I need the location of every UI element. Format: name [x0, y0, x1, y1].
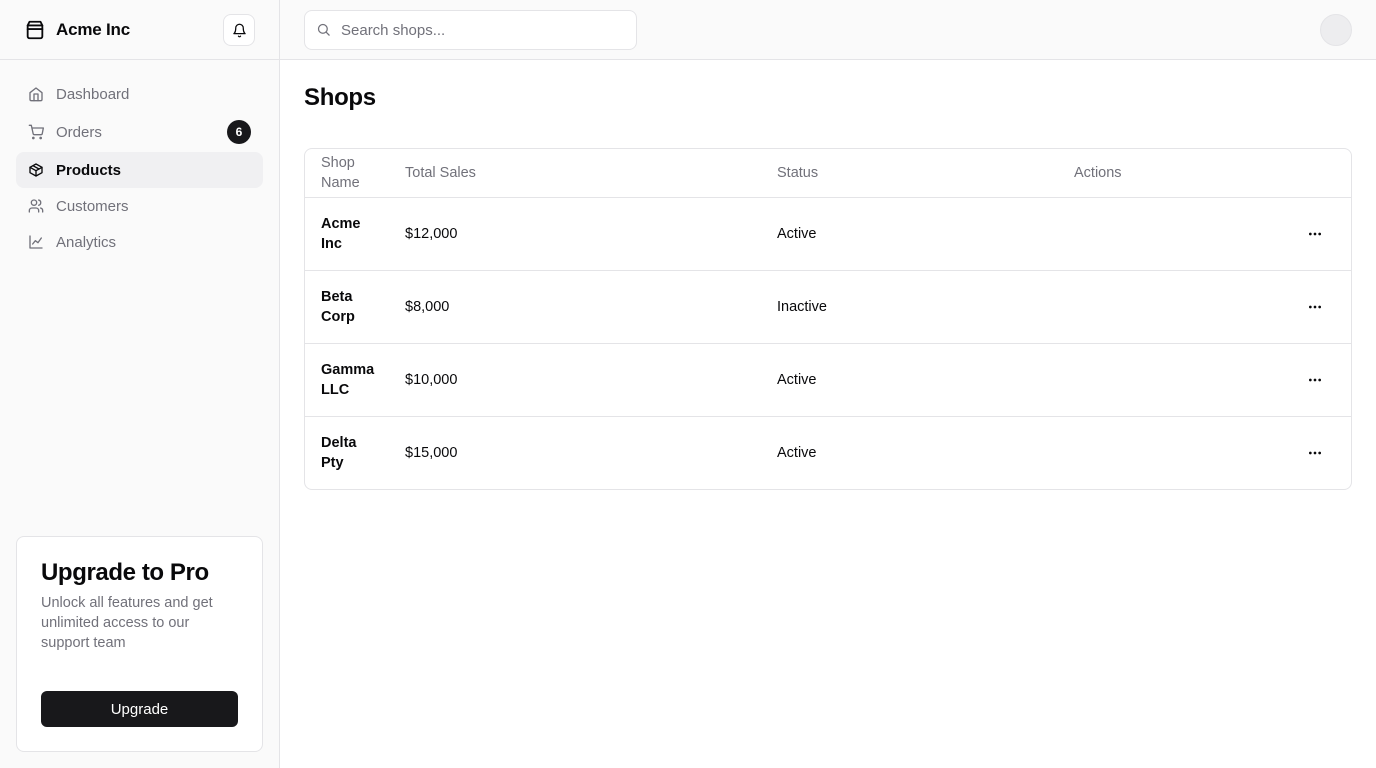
column-header-status[interactable]: Status	[777, 163, 818, 183]
shop-name: Beta Corp	[321, 289, 355, 325]
status: Active	[777, 445, 817, 461]
total-sales: $15,000	[405, 445, 458, 461]
row-actions-button[interactable]	[1301, 293, 1329, 321]
sidebar-item-label: Customers	[56, 197, 129, 215]
search-box[interactable]	[304, 10, 637, 50]
sidebar-item-label: Products	[56, 161, 122, 179]
shops-table: Shop Name Total Sales Status Actions Acm…	[304, 148, 1352, 490]
table-row[interactable]: Delta Pty $15,000 Active	[305, 417, 1351, 489]
search-input[interactable]	[341, 21, 621, 39]
shop-name: Acme Inc	[321, 216, 361, 252]
sidebar-header: Acme Inc	[0, 0, 279, 60]
sidebar-item-label: Dashboard	[56, 85, 130, 103]
column-header-total-sales[interactable]: Total Sales	[405, 163, 476, 183]
upgrade-card: Upgrade to Pro Unlock all features and g…	[16, 536, 263, 752]
upgrade-description: Unlock all features and get unlimited ac…	[41, 595, 213, 651]
notifications-button[interactable]	[223, 14, 255, 46]
brand-name: Acme Inc	[56, 19, 130, 39]
user-avatar[interactable]	[1320, 14, 1352, 46]
upgrade-button[interactable]: Upgrade	[41, 691, 238, 727]
row-actions-button[interactable]	[1301, 220, 1329, 248]
more-horizontal-icon	[1307, 372, 1323, 388]
total-sales: $8,000	[405, 299, 450, 315]
more-horizontal-icon	[1307, 226, 1323, 242]
orders-count-badge: 6	[227, 120, 251, 144]
sidebar-item-label: Orders	[56, 123, 102, 141]
line-chart-icon	[28, 234, 44, 250]
total-sales: $10,000	[405, 372, 458, 388]
users-icon	[28, 198, 44, 214]
shop-name: Delta Pty	[321, 435, 357, 471]
sidebar-item-dashboard[interactable]: Dashboard	[16, 76, 263, 112]
total-sales: $12,000	[405, 226, 458, 242]
status: Active	[777, 372, 817, 388]
sidebar-item-orders[interactable]: Orders 6	[16, 114, 263, 150]
package-icon	[28, 162, 44, 178]
sidebar-item-label: Analytics	[56, 233, 117, 251]
more-horizontal-icon	[1307, 299, 1323, 315]
package-icon	[24, 19, 46, 41]
brand-link[interactable]: Acme Inc	[24, 19, 130, 41]
bell-icon	[232, 23, 247, 38]
column-header-shop-name[interactable]: Shop Name	[321, 153, 381, 193]
cart-icon	[28, 124, 44, 140]
status: Active	[777, 226, 817, 242]
shop-name: Gamma LLC	[321, 362, 375, 398]
upgrade-title: Upgrade to Pro	[41, 559, 209, 586]
column-header-actions: Actions	[1074, 165, 1122, 181]
more-horizontal-icon	[1307, 445, 1323, 461]
row-actions-button[interactable]	[1301, 366, 1329, 394]
table-row[interactable]: Acme Inc $12,000 Active	[305, 198, 1351, 271]
home-icon	[28, 86, 44, 102]
table-header: Shop Name Total Sales Status Actions	[305, 149, 1351, 198]
table-row[interactable]: Gamma LLC $10,000 Active	[305, 344, 1351, 417]
status: Inactive	[777, 299, 827, 315]
table-row[interactable]: Beta Corp $8,000 Inactive	[305, 271, 1351, 344]
sidebar-item-analytics[interactable]: Analytics	[16, 224, 263, 260]
sidebar-nav: Dashboard Orders 6 Products Customers An…	[16, 76, 263, 260]
row-actions-button[interactable]	[1301, 439, 1329, 467]
sidebar-item-products[interactable]: Products	[16, 152, 263, 188]
search-icon	[316, 22, 332, 38]
sidebar-item-customers[interactable]: Customers	[16, 188, 263, 224]
page-title: Shops	[304, 84, 376, 111]
top-bar	[280, 0, 1376, 60]
sidebar: Acme Inc Dashboard Orders 6 Products Cus…	[0, 0, 280, 768]
